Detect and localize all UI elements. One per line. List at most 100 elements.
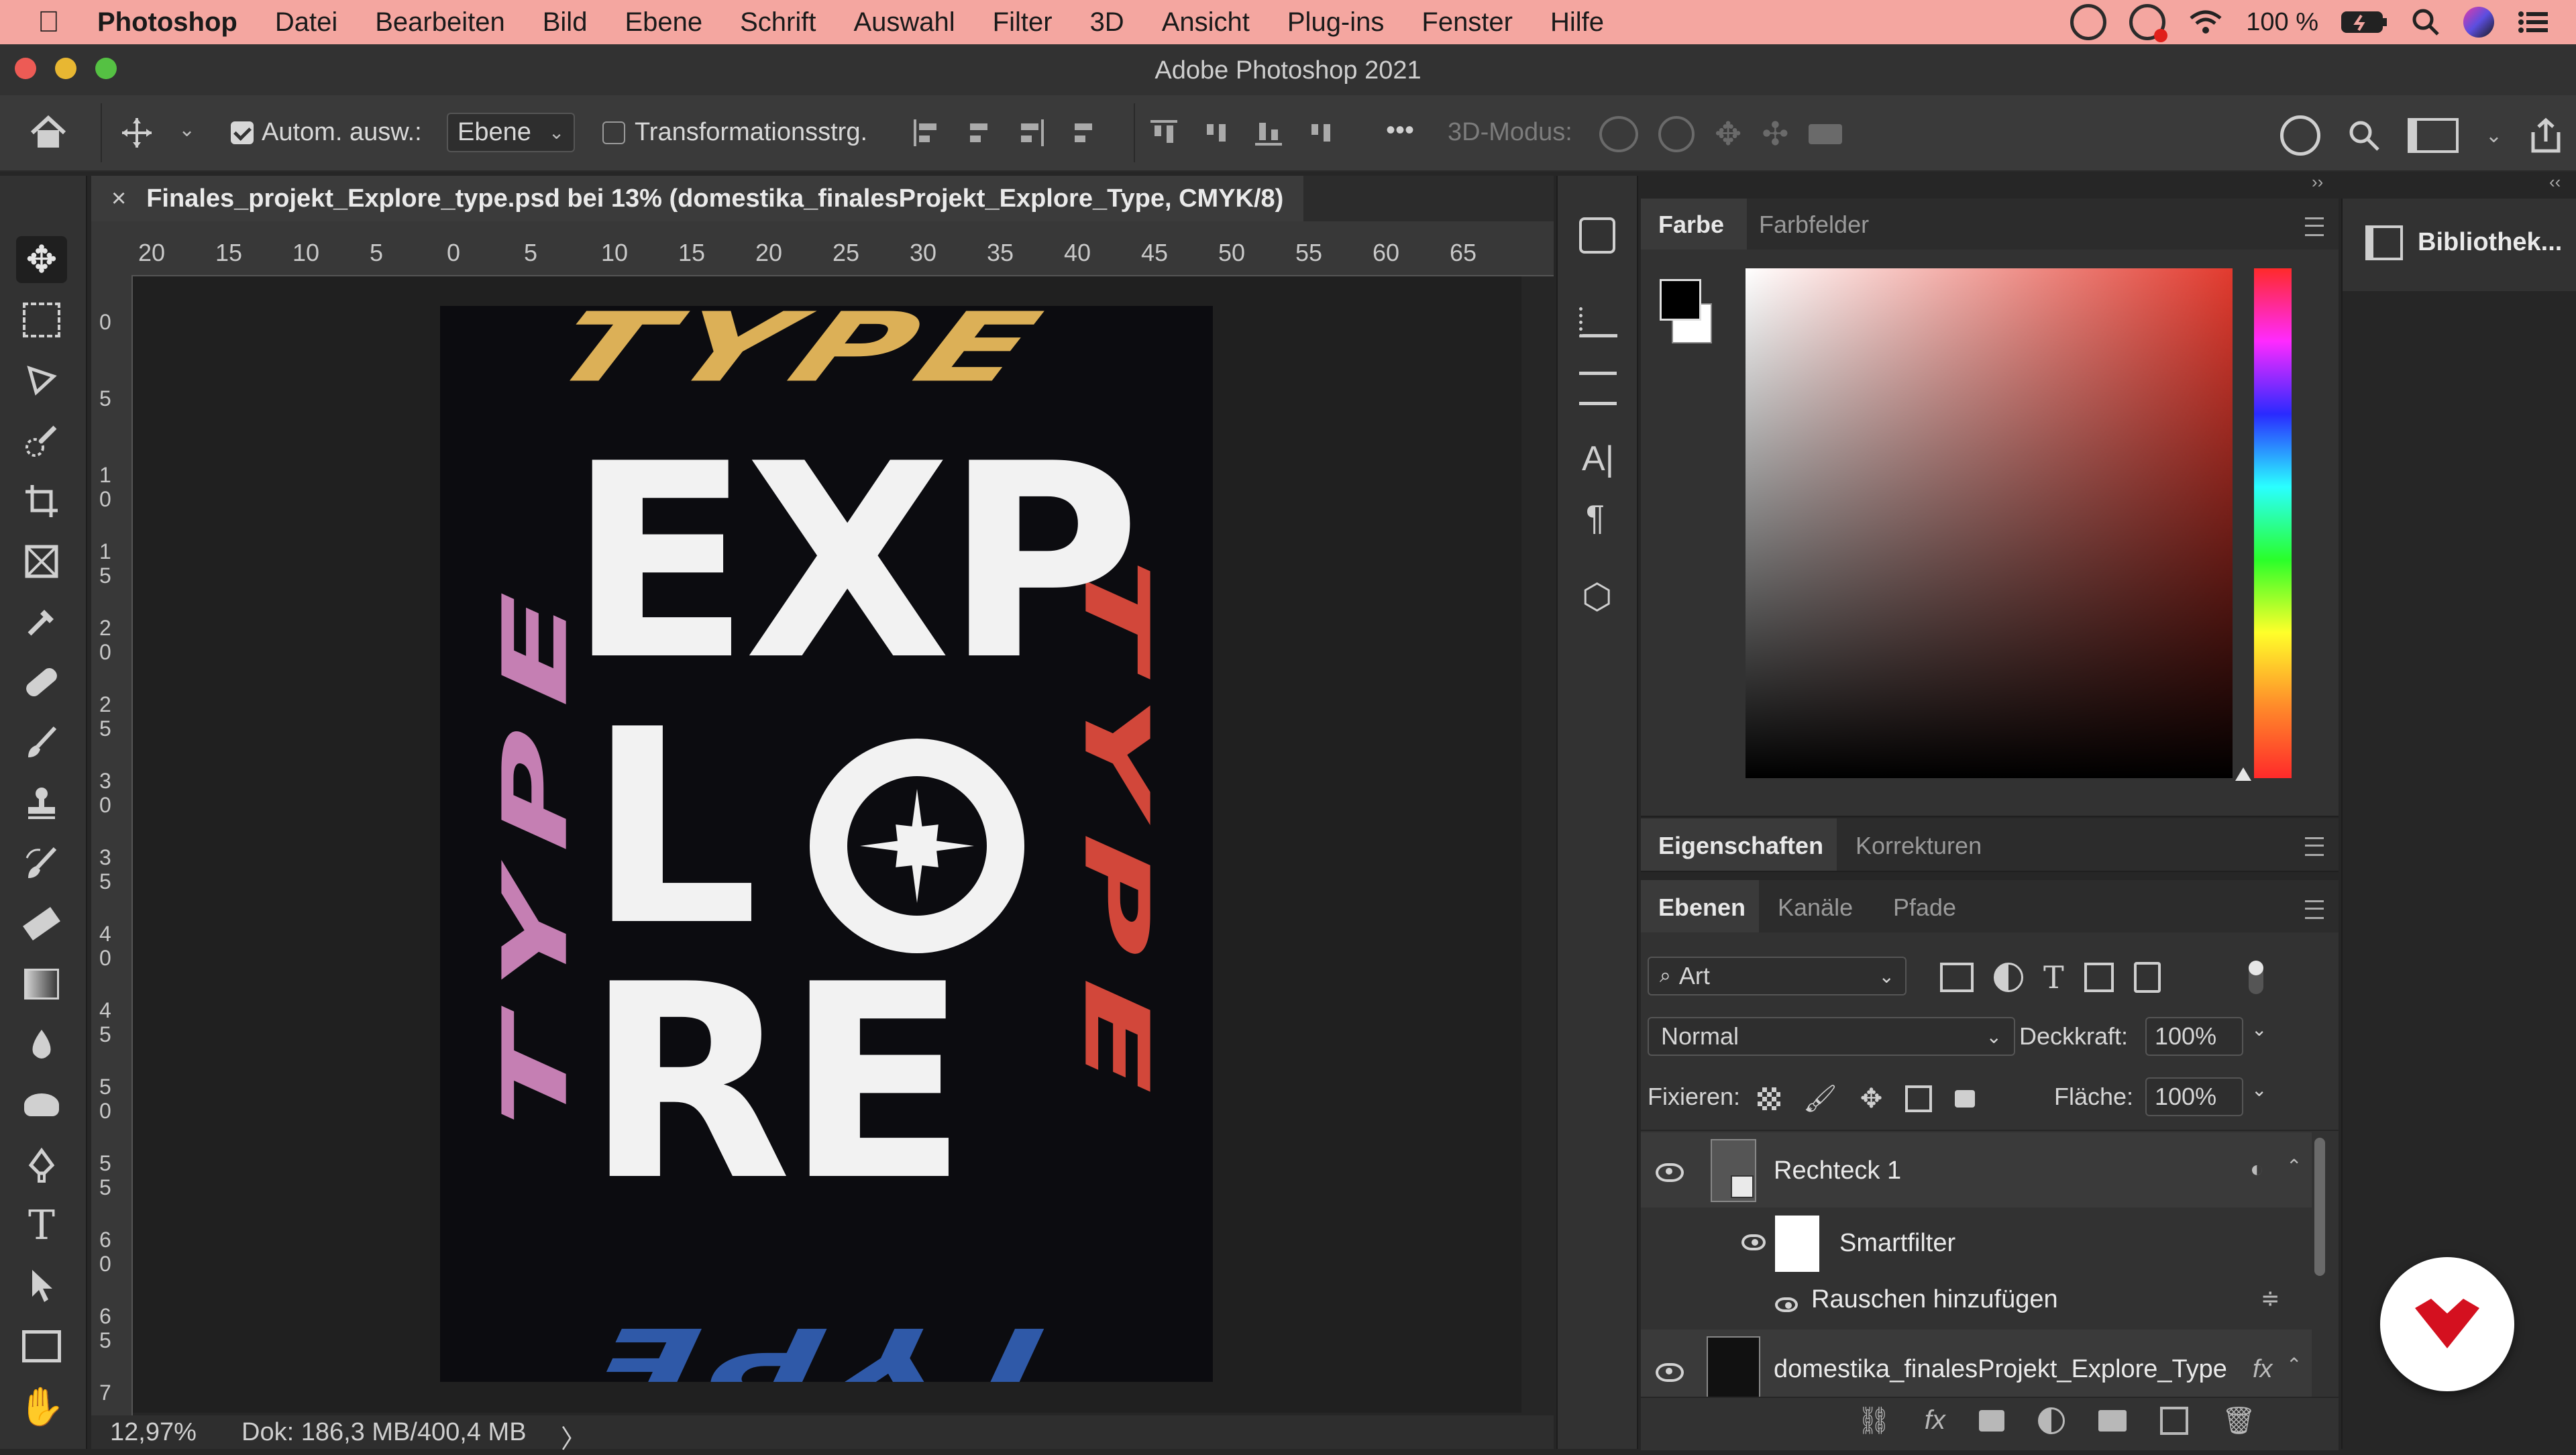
- tab-korrekturen[interactable]: Korrekturen: [1856, 832, 1982, 860]
- history-brush-tool[interactable]: [16, 840, 67, 887]
- workspace-chevron-icon[interactable]: ⌄: [2485, 124, 2502, 148]
- menu-bild[interactable]: Bild: [524, 7, 606, 38]
- clone-stamp-tool[interactable]: [16, 779, 67, 826]
- visibility-eye-icon[interactable]: [1775, 1297, 1798, 1312]
- filter-shape-icon[interactable]: [2084, 963, 2114, 992]
- add-mask-icon[interactable]: [1978, 1409, 2004, 1432]
- align-top-edges-icon[interactable]: [1150, 120, 1177, 146]
- visibility-eye-icon[interactable]: [1741, 1234, 1766, 1250]
- move-tool[interactable]: ✥: [16, 236, 67, 283]
- battery-icon[interactable]: [2341, 10, 2388, 34]
- menu-fenster[interactable]: Fenster: [1403, 7, 1532, 38]
- menu-auswahl[interactable]: Auswahl: [835, 7, 973, 38]
- transform-controls-checkbox[interactable]: [602, 121, 625, 144]
- document-tab[interactable]: × Finales_projekt_Explore_type.psd bei 1…: [91, 176, 1304, 221]
- pen-tool[interactable]: [16, 1142, 67, 1189]
- wifi-icon[interactable]: [2188, 9, 2223, 36]
- eraser-tool[interactable]: [16, 900, 67, 947]
- lasso-tool[interactable]: [16, 357, 67, 404]
- brush-tool[interactable]: [16, 719, 67, 766]
- control-center-icon[interactable]: [2517, 9, 2549, 36]
- workspace-icon[interactable]: [2407, 118, 2459, 153]
- 3d-slide-icon[interactable]: ✣: [1762, 115, 1788, 153]
- close-window-button[interactable]: [15, 58, 36, 79]
- frame-tool[interactable]: [16, 538, 67, 585]
- zoom-window-button[interactable]: [95, 58, 117, 79]
- tab-kanaele[interactable]: Kanäle: [1778, 894, 1853, 922]
- collapse-effects-icon[interactable]: ⌃: [2286, 1155, 2302, 1177]
- adjustments-sliders-icon[interactable]: [1579, 372, 1617, 405]
- align-vertical-centers-icon[interactable]: [1203, 121, 1230, 144]
- library-title[interactable]: Bibliothek...: [2418, 228, 2562, 257]
- 3d-roll-icon[interactable]: [1658, 116, 1695, 152]
- apple-menu-icon[interactable]: : [0, 5, 78, 39]
- menu-filter[interactable]: Filter: [974, 7, 1071, 38]
- panel-collapse-right-icon[interactable]: ››: [2312, 172, 2323, 193]
- library-icon[interactable]: [2365, 225, 2403, 260]
- filter-blending-options-icon[interactable]: ≑: [2261, 1285, 2280, 1312]
- character-panel-icon[interactable]: A|: [1582, 439, 1614, 479]
- auto-select-target-select[interactable]: Ebene ⌄: [447, 113, 576, 152]
- collapse-effects-icon[interactable]: ⌃: [2286, 1354, 2302, 1376]
- foreground-color-swatch[interactable]: [1660, 279, 1701, 321]
- fill-field[interactable]: 100%: [2145, 1077, 2243, 1116]
- filter-pixel-icon[interactable]: [1940, 963, 1974, 992]
- move-tool-icon[interactable]: [121, 117, 153, 149]
- tool-preset-chevron-icon[interactable]: ⌄: [178, 118, 195, 142]
- close-tab-icon[interactable]: ×: [111, 184, 126, 213]
- tab-farbe[interactable]: Farbe: [1658, 211, 1724, 239]
- tab-pfade[interactable]: Pfade: [1893, 894, 1956, 922]
- properties-menu-icon[interactable]: [2305, 837, 2324, 856]
- new-group-icon[interactable]: [2098, 1409, 2127, 1432]
- layer-name[interactable]: domestika_finalesProjekt_Explore_Type: [1774, 1355, 2227, 1384]
- visibility-eye-icon[interactable]: [1656, 1363, 1684, 1382]
- menu-ebene[interactable]: Ebene: [606, 7, 721, 38]
- layer-fx-badge[interactable]: fx: [2253, 1355, 2273, 1384]
- menu-ansicht[interactable]: Ansicht: [1143, 7, 1269, 38]
- menu-bearbeiten[interactable]: Bearbeiten: [356, 7, 523, 38]
- tab-eigenschaften[interactable]: Eigenschaften: [1658, 832, 1823, 860]
- 3d-orbit-icon[interactable]: [1599, 116, 1638, 152]
- dodge-tool[interactable]: [16, 1081, 67, 1128]
- delete-layer-icon[interactable]: 🗑: [2222, 1405, 2256, 1436]
- home-icon[interactable]: [27, 111, 70, 154]
- paragraph-panel-icon[interactable]: ¶: [1586, 498, 1605, 538]
- panel-expand-library-icon[interactable]: ‹‹: [2549, 172, 2561, 193]
- type-tool[interactable]: T: [16, 1202, 67, 1249]
- distribute-horizontal-icon[interactable]: [1307, 121, 1334, 144]
- hand-tool[interactable]: ✋: [16, 1383, 67, 1430]
- 3d-pan-icon[interactable]: ✥: [1715, 115, 1741, 153]
- spotlight-search-icon[interactable]: [2411, 7, 2440, 37]
- menu-plugins[interactable]: Plug-ins: [1269, 7, 1403, 38]
- layers-scrollbar[interactable]: [2314, 1138, 2325, 1276]
- path-selection-tool[interactable]: [16, 1262, 67, 1309]
- align-horizontal-centers-icon[interactable]: [967, 119, 990, 146]
- color-panel-menu-icon[interactable]: [2305, 217, 2324, 236]
- visibility-eye-icon[interactable]: [1656, 1163, 1684, 1182]
- menu-hilfe[interactable]: Hilfe: [1532, 7, 1623, 38]
- filter-type-icon[interactable]: T: [2043, 959, 2064, 995]
- marquee-tool[interactable]: [16, 297, 67, 343]
- add-layer-style-icon[interactable]: fx: [1925, 1405, 1945, 1436]
- 3d-panel-icon[interactable]: ⬡: [1582, 577, 1612, 617]
- layer-row-rechteck[interactable]: Rechteck 1 ◐ ⌃: [1641, 1132, 2312, 1207]
- tab-ebenen[interactable]: Ebenen: [1658, 894, 1746, 922]
- share-account-icon[interactable]: [2279, 115, 2320, 156]
- filter-smartobject-icon[interactable]: [2133, 962, 2161, 993]
- layers-menu-icon[interactable]: [2305, 900, 2324, 919]
- layer-name[interactable]: Rechteck 1: [1774, 1156, 1901, 1185]
- lock-position-icon[interactable]: ✥: [1860, 1083, 1883, 1114]
- link-layers-icon[interactable]: ⛓: [1857, 1405, 1891, 1436]
- cc-sync-icon[interactable]: [2129, 4, 2168, 42]
- lock-artboard-icon[interactable]: [1905, 1085, 1933, 1112]
- layer-row-smartfilter[interactable]: Smartfilter: [1641, 1207, 2312, 1275]
- search-icon[interactable]: [2347, 119, 2381, 152]
- brush-settings-panel-icon[interactable]: [1579, 307, 1617, 337]
- tab-farbfelder[interactable]: Farbfelder: [1759, 211, 1869, 239]
- filter-adjustment-icon[interactable]: [1994, 963, 2023, 992]
- layer-filter-select[interactable]: ⌕ Art ⌄: [1648, 957, 1907, 995]
- status-menu-arrow-icon[interactable]: 〉: [561, 1418, 586, 1455]
- new-layer-icon[interactable]: [2159, 1406, 2188, 1435]
- menu-schrift[interactable]: Schrift: [721, 7, 835, 38]
- eyedropper-tool[interactable]: [16, 598, 67, 645]
